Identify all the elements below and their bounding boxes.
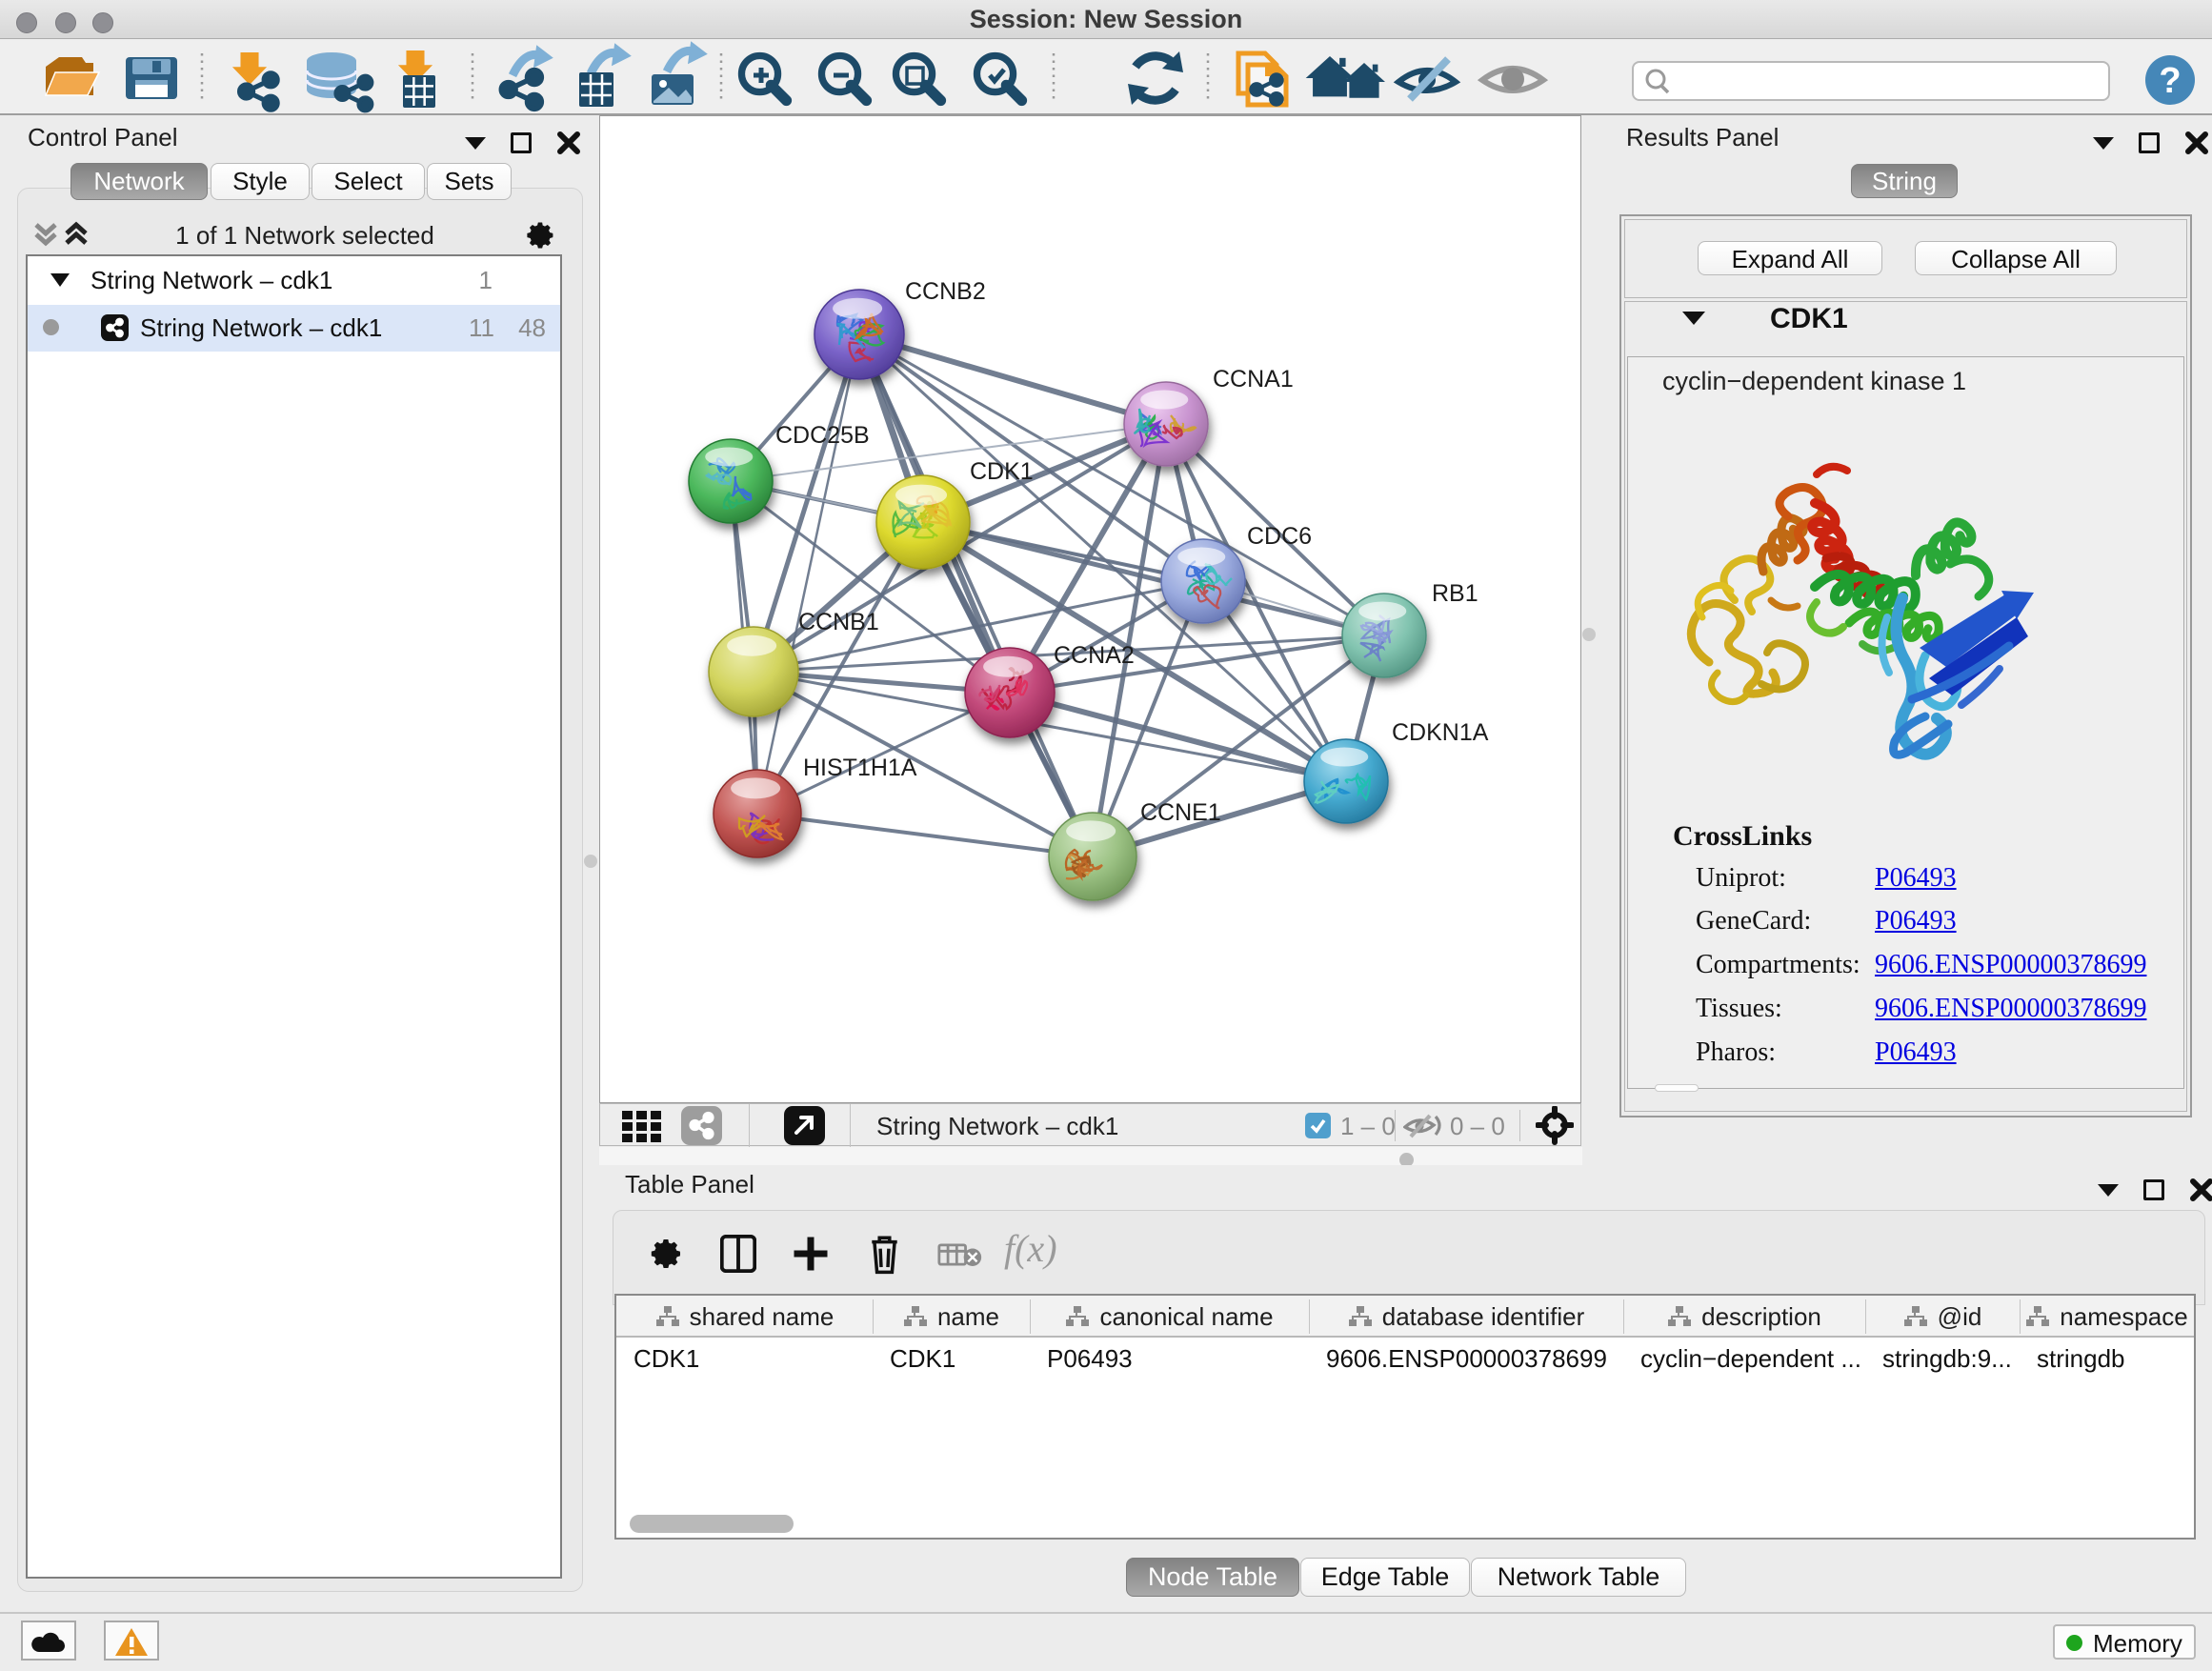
svg-text:CCNB1: CCNB1 (798, 609, 879, 635)
svg-text:CDKN1A: CDKN1A (1392, 719, 1489, 746)
svg-text:CCNA1: CCNA1 (1213, 366, 1294, 393)
svg-text:CCNA2: CCNA2 (1054, 642, 1135, 669)
svg-text:CDK1: CDK1 (970, 458, 1034, 485)
svg-text:?: ? (2159, 61, 2181, 101)
svg-text:CDC6: CDC6 (1247, 523, 1312, 550)
svg-text:CCNE1: CCNE1 (1140, 799, 1221, 826)
svg-text:HIST1H1A: HIST1H1A (803, 755, 917, 781)
svg-text:RB1: RB1 (1432, 580, 1478, 607)
svg-text:CCNB2: CCNB2 (905, 278, 986, 305)
svg-text:CDC25B: CDC25B (775, 422, 870, 449)
